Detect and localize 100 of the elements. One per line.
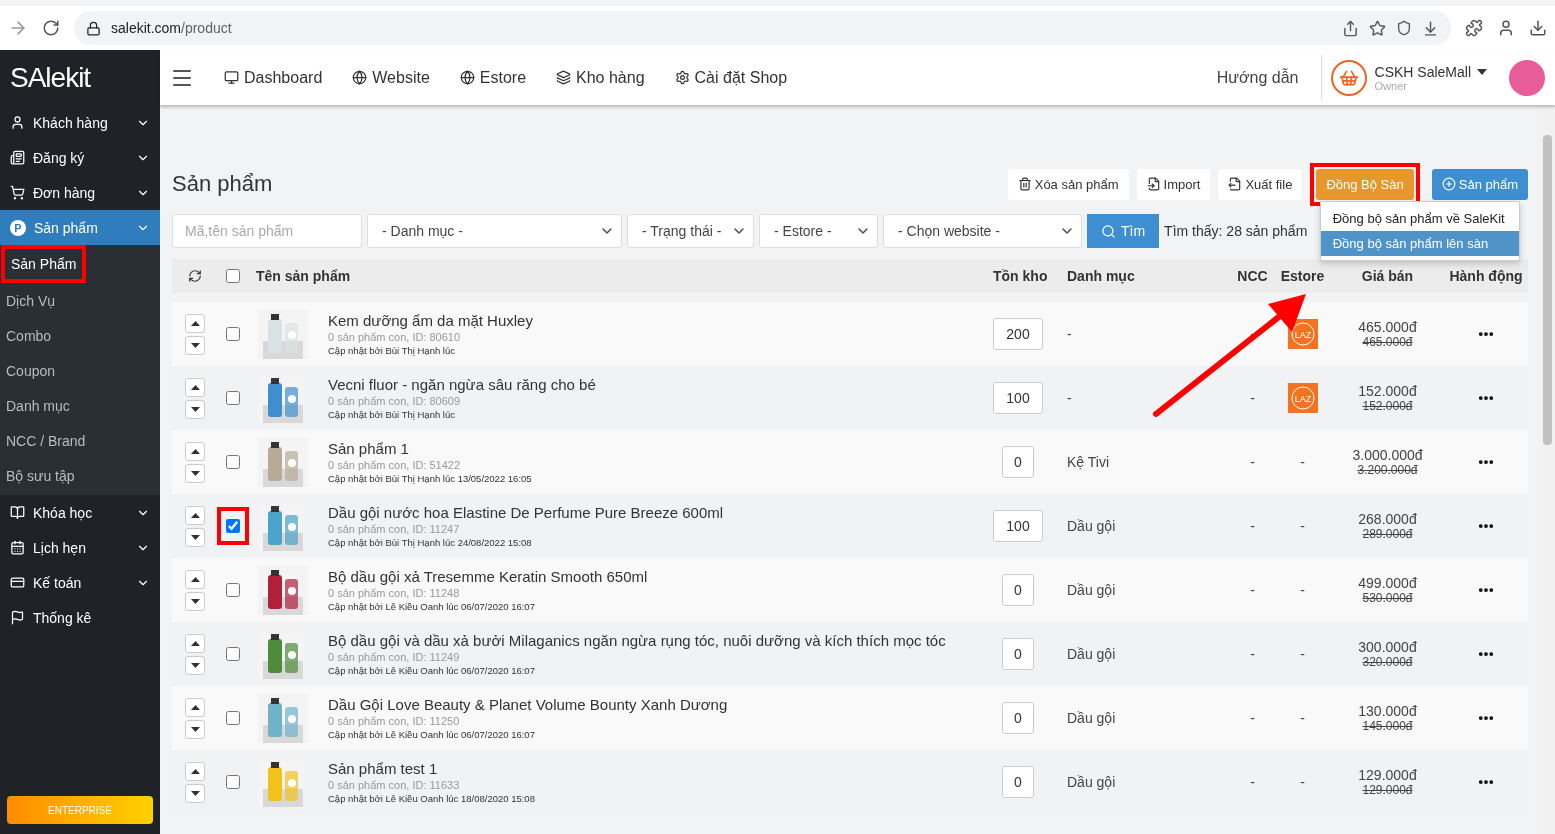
sidebar-item[interactable]: Thống kê bbox=[0, 600, 160, 635]
extensions-icon[interactable] bbox=[1465, 19, 1483, 37]
product-name[interactable]: Vecni fluor - ngăn ngừa sâu răng cho bé bbox=[328, 376, 988, 393]
result-count: Tìm thấy: 28 sản phẩm bbox=[1164, 223, 1308, 239]
product-meta: 0 sản phẩm con, ID: 11247 bbox=[328, 523, 461, 535]
stock-field[interactable]: 200 bbox=[993, 318, 1043, 350]
product-meta: 0 sản phẩm con, ID: 80609 bbox=[328, 395, 462, 407]
avatar[interactable] bbox=[1509, 59, 1545, 96]
move-up-button[interactable] bbox=[185, 313, 205, 333]
move-down-button[interactable] bbox=[185, 783, 205, 803]
url-text: salekit.com/product bbox=[111, 20, 232, 36]
reload-icon[interactable] bbox=[42, 19, 60, 37]
move-up-button[interactable] bbox=[185, 761, 205, 781]
caret-down-icon bbox=[190, 598, 200, 604]
profile-icon[interactable] bbox=[1497, 19, 1515, 37]
move-down-button[interactable] bbox=[185, 591, 205, 611]
filter-select[interactable]: - Trạng thái - bbox=[627, 214, 754, 248]
filter-select[interactable]: - Estore - bbox=[759, 214, 878, 248]
move-down-button[interactable] bbox=[185, 527, 205, 547]
filter-select[interactable]: - Danh mục - bbox=[367, 214, 622, 248]
refresh-icon[interactable] bbox=[188, 269, 202, 283]
stock-field[interactable]: 100 bbox=[993, 382, 1043, 414]
shield-icon[interactable] bbox=[1396, 20, 1412, 36]
row-checkbox[interactable] bbox=[226, 647, 240, 661]
row-checkbox[interactable] bbox=[226, 455, 240, 469]
stock-field[interactable]: 0 bbox=[1002, 702, 1034, 734]
nav-link[interactable]: Cài đặt Shop bbox=[674, 68, 788, 87]
move-up-button[interactable] bbox=[185, 569, 205, 589]
sidebar-item[interactable]: Đăng ký bbox=[0, 140, 160, 175]
product-name[interactable]: Bộ dầu gội xả Tresemme Keratin Smooth 650ml bbox=[328, 568, 988, 585]
row-checkbox[interactable] bbox=[226, 519, 240, 533]
product-meta: 0 sản phẩm con, ID: 11633 bbox=[328, 779, 461, 791]
caret-up-icon bbox=[190, 512, 200, 518]
row-checkbox[interactable] bbox=[226, 391, 240, 405]
table-cell-text: - bbox=[1249, 326, 1256, 342]
scrollbar-thumb[interactable] bbox=[1543, 135, 1552, 445]
downloads-icon[interactable] bbox=[1529, 19, 1547, 37]
filter-select[interactable]: - Chọn website - bbox=[883, 214, 1082, 248]
move-up-button[interactable] bbox=[185, 697, 205, 717]
cart-icon bbox=[10, 185, 25, 200]
submenu-item[interactable]: Combo bbox=[0, 318, 160, 353]
course-icon bbox=[10, 505, 25, 520]
search-field[interactable]: Mã,tên sản phẩm bbox=[172, 214, 362, 248]
move-down-button[interactable] bbox=[185, 719, 205, 739]
submenu-item[interactable]: Danh mục bbox=[0, 388, 160, 423]
submenu-item[interactable]: Dịch Vụ bbox=[0, 283, 160, 318]
download-icon[interactable] bbox=[1422, 19, 1439, 37]
old-price: 320.000đ bbox=[1362, 655, 1413, 669]
product-name[interactable]: Dầu Gội Love Beauty & Planet Volume Bounty Xanh Dương bbox=[328, 696, 988, 713]
product-name[interactable]: Sản phẩm 1 bbox=[328, 440, 988, 457]
submenu-item[interactable]: Coupon bbox=[0, 353, 160, 388]
product-name[interactable]: Bộ dầu gội và dầu xả bưởi Milaganics ngăn ngừa rụng tóc, nuôi dưỡng và kích thích mọc tóc bbox=[328, 632, 988, 649]
bookmark-star-icon[interactable] bbox=[1369, 19, 1386, 37]
product-name[interactable]: Dầu gội nước hoa Elastine De Perfume Pure Breeze 600ml bbox=[328, 504, 988, 521]
stock-field[interactable]: 0 bbox=[1002, 574, 1034, 606]
menu-item[interactable]: Đồng bộ sản phẩm về SaleKit bbox=[1320, 205, 1519, 231]
share-icon[interactable] bbox=[1342, 19, 1359, 37]
row-checkbox[interactable] bbox=[226, 711, 240, 725]
nav-link[interactable]: Website bbox=[352, 68, 430, 87]
move-up-button[interactable] bbox=[185, 441, 205, 461]
import-button[interactable]: Import bbox=[1136, 168, 1211, 200]
user-name[interactable]: CSKH SaleMall bbox=[1374, 63, 1487, 80]
move-down-button[interactable] bbox=[185, 463, 205, 483]
row-checkbox[interactable] bbox=[226, 775, 240, 789]
sidebar-item[interactable]: P Sản phẩm bbox=[0, 210, 160, 245]
move-down-button[interactable] bbox=[185, 399, 205, 419]
move-up-button[interactable] bbox=[185, 377, 205, 397]
sidebar-item[interactable]: Đơn hàng bbox=[0, 175, 160, 210]
stock-field[interactable]: 100 bbox=[993, 510, 1043, 542]
product-name[interactable]: Sản phẩm test 1 bbox=[328, 760, 988, 777]
help-link[interactable]: Hướng dẫn bbox=[1216, 55, 1322, 100]
sidebar-item[interactable]: Khóa học bbox=[0, 495, 160, 530]
export-button[interactable]: Xuất file bbox=[1218, 168, 1303, 200]
stock-field[interactable]: 0 bbox=[1002, 766, 1034, 798]
move-up-button[interactable] bbox=[185, 633, 205, 653]
stock-field[interactable]: 0 bbox=[1002, 638, 1034, 670]
nav-link[interactable]: Dashboard bbox=[224, 68, 323, 87]
table-cell-text: Dầu gội bbox=[1066, 646, 1117, 662]
nav-link[interactable]: Kho hàng bbox=[556, 68, 645, 87]
move-down-button[interactable] bbox=[185, 335, 205, 355]
column-header: Tên sản phẩm bbox=[255, 268, 352, 284]
submenu-item[interactable]: Sản Phẩm bbox=[7, 251, 81, 277]
sidebar-item[interactable]: Lịch hẹn bbox=[0, 530, 160, 565]
nav-link[interactable]: Estore bbox=[459, 68, 527, 87]
select-all-checkbox[interactable] bbox=[226, 269, 240, 283]
product-name[interactable]: Kem dưỡng ẩm da mặt Huxley bbox=[328, 312, 988, 329]
trash-button[interactable]: Xóa sản phẩm bbox=[1007, 168, 1129, 200]
row-checkbox[interactable] bbox=[226, 327, 240, 341]
move-down-button[interactable] bbox=[185, 655, 205, 675]
table-cell-text: - bbox=[1066, 390, 1073, 406]
submenu-item[interactable]: Bộ sưu tập bbox=[0, 458, 160, 493]
sidebar-item[interactable]: Kế toán bbox=[0, 565, 160, 600]
move-up-button[interactable] bbox=[185, 505, 205, 525]
address-field[interactable]: salekit.com/product bbox=[74, 11, 1451, 45]
sidebar-item[interactable]: Khách hàng bbox=[0, 105, 160, 140]
row-checkbox[interactable] bbox=[226, 583, 240, 597]
stock-field[interactable]: 0 bbox=[1002, 446, 1034, 478]
caret-down-icon bbox=[190, 342, 200, 348]
lock-icon bbox=[86, 20, 101, 36]
submenu-item[interactable]: NCC / Brand bbox=[0, 423, 160, 458]
